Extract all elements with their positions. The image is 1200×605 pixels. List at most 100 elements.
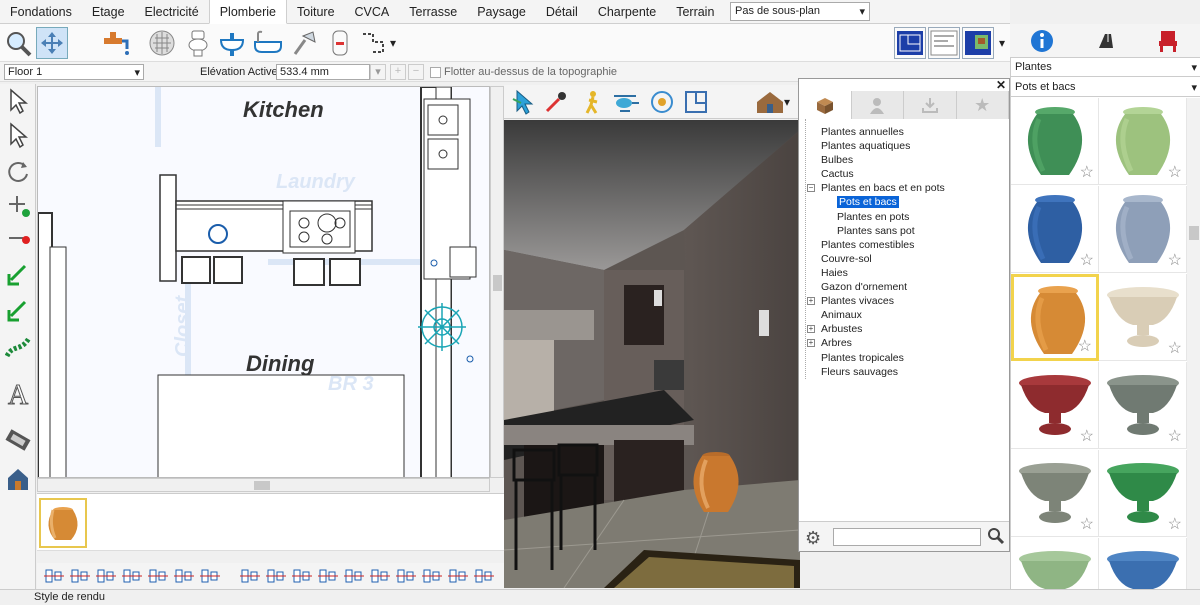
resize-icon[interactable] xyxy=(343,566,365,586)
floor-select[interactable]: Floor 1 ▾ xyxy=(4,64,144,80)
tree-expander-icon[interactable]: + xyxy=(807,325,815,334)
pot-item[interactable]: ☆ xyxy=(1099,362,1187,449)
pan-icon[interactable] xyxy=(36,27,68,59)
plan-vertical-scrollbar[interactable] xyxy=(490,86,504,478)
library-tab-catalog[interactable] xyxy=(799,91,852,119)
tab-fondations[interactable]: Fondations xyxy=(0,0,82,23)
library-tab-user[interactable] xyxy=(852,91,904,119)
catalog-scrollbar[interactable] xyxy=(1187,98,1200,598)
favorite-star-icon[interactable]: ☆ xyxy=(1168,162,1182,182)
bathtub-icon[interactable] xyxy=(252,27,284,59)
tree-item[interactable]: Animaux xyxy=(807,308,945,322)
decrease-elevation-button[interactable]: − xyxy=(408,64,424,80)
zoom-icon[interactable] xyxy=(2,27,34,59)
space-icon[interactable] xyxy=(395,566,417,586)
pot-item[interactable]: ☆ xyxy=(1099,450,1187,537)
text-icon[interactable]: A xyxy=(3,380,33,410)
library-tab-download[interactable] xyxy=(904,91,957,119)
tab-paysage[interactable]: Paysage xyxy=(467,0,536,23)
shower-icon[interactable] xyxy=(288,27,320,59)
sink-icon[interactable] xyxy=(216,27,248,59)
favorite-star-icon[interactable]: ☆ xyxy=(1080,426,1094,446)
distribute-horizontal-icon[interactable] xyxy=(173,566,195,586)
tree-item[interactable]: Plantes annuelles xyxy=(807,125,945,139)
tree-item[interactable]: Plantes aquatiques xyxy=(807,139,945,153)
nested-frame-icon[interactable] xyxy=(447,566,469,586)
pot-item[interactable]: ☆ xyxy=(1011,450,1099,537)
join-icon[interactable] xyxy=(3,260,33,290)
align-icon[interactable] xyxy=(3,296,33,326)
floor-plan-view[interactable]: Kitchen Laundry Dining BR 3 Closet xyxy=(37,86,490,478)
tab-cvca[interactable]: CVCA xyxy=(345,0,400,23)
library-tab-favorites[interactable]: ★ xyxy=(957,91,1009,119)
chevron-down-icon[interactable]: ▾ xyxy=(370,64,386,80)
toilet-icon[interactable] xyxy=(182,27,214,59)
chevron-down-icon[interactable]: ▾ xyxy=(996,27,1008,59)
tab-terrasse[interactable]: Terrasse xyxy=(399,0,467,23)
pot-item[interactable]: ☆ xyxy=(1011,274,1099,361)
water-heater-pipe-icon[interactable] xyxy=(100,27,132,59)
tree-item[interactable]: − Plantes en bacs et en pots xyxy=(807,181,945,195)
chevron-down-icon[interactable]: ▾ xyxy=(386,27,400,59)
align-left-icon[interactable] xyxy=(239,566,261,586)
float-checkbox[interactable] xyxy=(430,67,441,78)
pot-item[interactable]: ☆ xyxy=(1011,362,1099,449)
favorite-star-icon[interactable]: ☆ xyxy=(1080,162,1094,182)
distribute-vertical-icon[interactable] xyxy=(199,566,221,586)
tree-item[interactable]: + Arbustes xyxy=(807,322,945,336)
orbit-icon[interactable] xyxy=(646,86,678,118)
align-baseline-icon[interactable] xyxy=(147,566,169,586)
tab-etage[interactable]: Etage xyxy=(82,0,135,23)
category-select[interactable]: Plantes ▾ xyxy=(1011,58,1200,77)
close-icon[interactable]: ✕ xyxy=(996,78,1006,92)
favorite-star-icon[interactable]: ☆ xyxy=(1080,514,1094,534)
tree-item[interactable]: Plantes sans pot xyxy=(807,224,945,238)
tree-item[interactable]: Fleurs sauvages xyxy=(807,365,945,379)
break-line-icon[interactable] xyxy=(3,224,33,254)
tree-item[interactable]: Pots et bacs xyxy=(807,195,945,209)
info-icon[interactable] xyxy=(1026,25,1058,57)
favorite-star-icon[interactable]: ☆ xyxy=(1168,338,1182,358)
tree-item[interactable]: Plantes comestibles xyxy=(807,238,945,252)
color-bar-icon[interactable] xyxy=(473,566,495,586)
tab-charpente[interactable]: Charpente xyxy=(588,0,666,23)
favorite-star-icon[interactable]: ☆ xyxy=(1080,250,1094,270)
film-strip-icon[interactable] xyxy=(3,424,33,454)
search-icon[interactable] xyxy=(987,527,1005,548)
select-objects-icon[interactable] xyxy=(3,120,33,150)
rotate-icon[interactable] xyxy=(3,156,33,186)
library-search-input[interactable] xyxy=(833,528,981,546)
tree-item[interactable]: Plantes en pots xyxy=(807,210,945,224)
increase-elevation-button[interactable]: + xyxy=(390,64,406,80)
plan-horizontal-scrollbar[interactable] xyxy=(37,478,490,492)
floor-plan-view-icon[interactable] xyxy=(894,27,926,59)
favorite-star-icon[interactable]: ☆ xyxy=(1168,250,1182,270)
tree-item[interactable]: Gazon d'ornement xyxy=(807,280,945,294)
thumbnails-scrollbar[interactable] xyxy=(37,550,504,560)
subplan-select[interactable]: Pas de sous-plan ▾ xyxy=(730,2,870,21)
walkthrough-icon[interactable] xyxy=(576,86,608,118)
elevation-input[interactable]: 533.4 mm xyxy=(276,64,370,80)
pot-item[interactable]: ☆ xyxy=(1099,274,1187,361)
frame-icon[interactable] xyxy=(421,566,443,586)
drain-icon[interactable] xyxy=(146,27,178,59)
elevation-view-icon[interactable] xyxy=(928,27,960,59)
add-point-icon[interactable] xyxy=(3,190,33,220)
selected-pot-thumbnail[interactable] xyxy=(39,498,87,548)
tree-item[interactable]: Cactus xyxy=(807,167,945,181)
floor-plan-icon[interactable] xyxy=(680,86,712,118)
pot-item[interactable]: ☆ xyxy=(1011,98,1099,185)
align-middle-icon[interactable] xyxy=(69,566,91,586)
tree-expander-icon[interactable]: + xyxy=(807,297,815,306)
tab-electricit[interactable]: Electricité xyxy=(135,0,209,23)
house-icon[interactable] xyxy=(3,464,33,494)
align-right-icon[interactable] xyxy=(291,566,313,586)
tree-item[interactable]: + Plantes vivaces xyxy=(807,294,945,308)
tab-plomberie[interactable]: Plomberie xyxy=(208,0,287,24)
helicopter-icon[interactable] xyxy=(610,86,642,118)
gear-icon[interactable]: ⚙ xyxy=(805,528,821,549)
tree-expander-icon[interactable]: + xyxy=(807,339,815,348)
pen-icon[interactable] xyxy=(1090,25,1122,57)
space-evenly-icon[interactable] xyxy=(369,566,391,586)
pot-item[interactable]: ☆ xyxy=(1099,186,1187,273)
